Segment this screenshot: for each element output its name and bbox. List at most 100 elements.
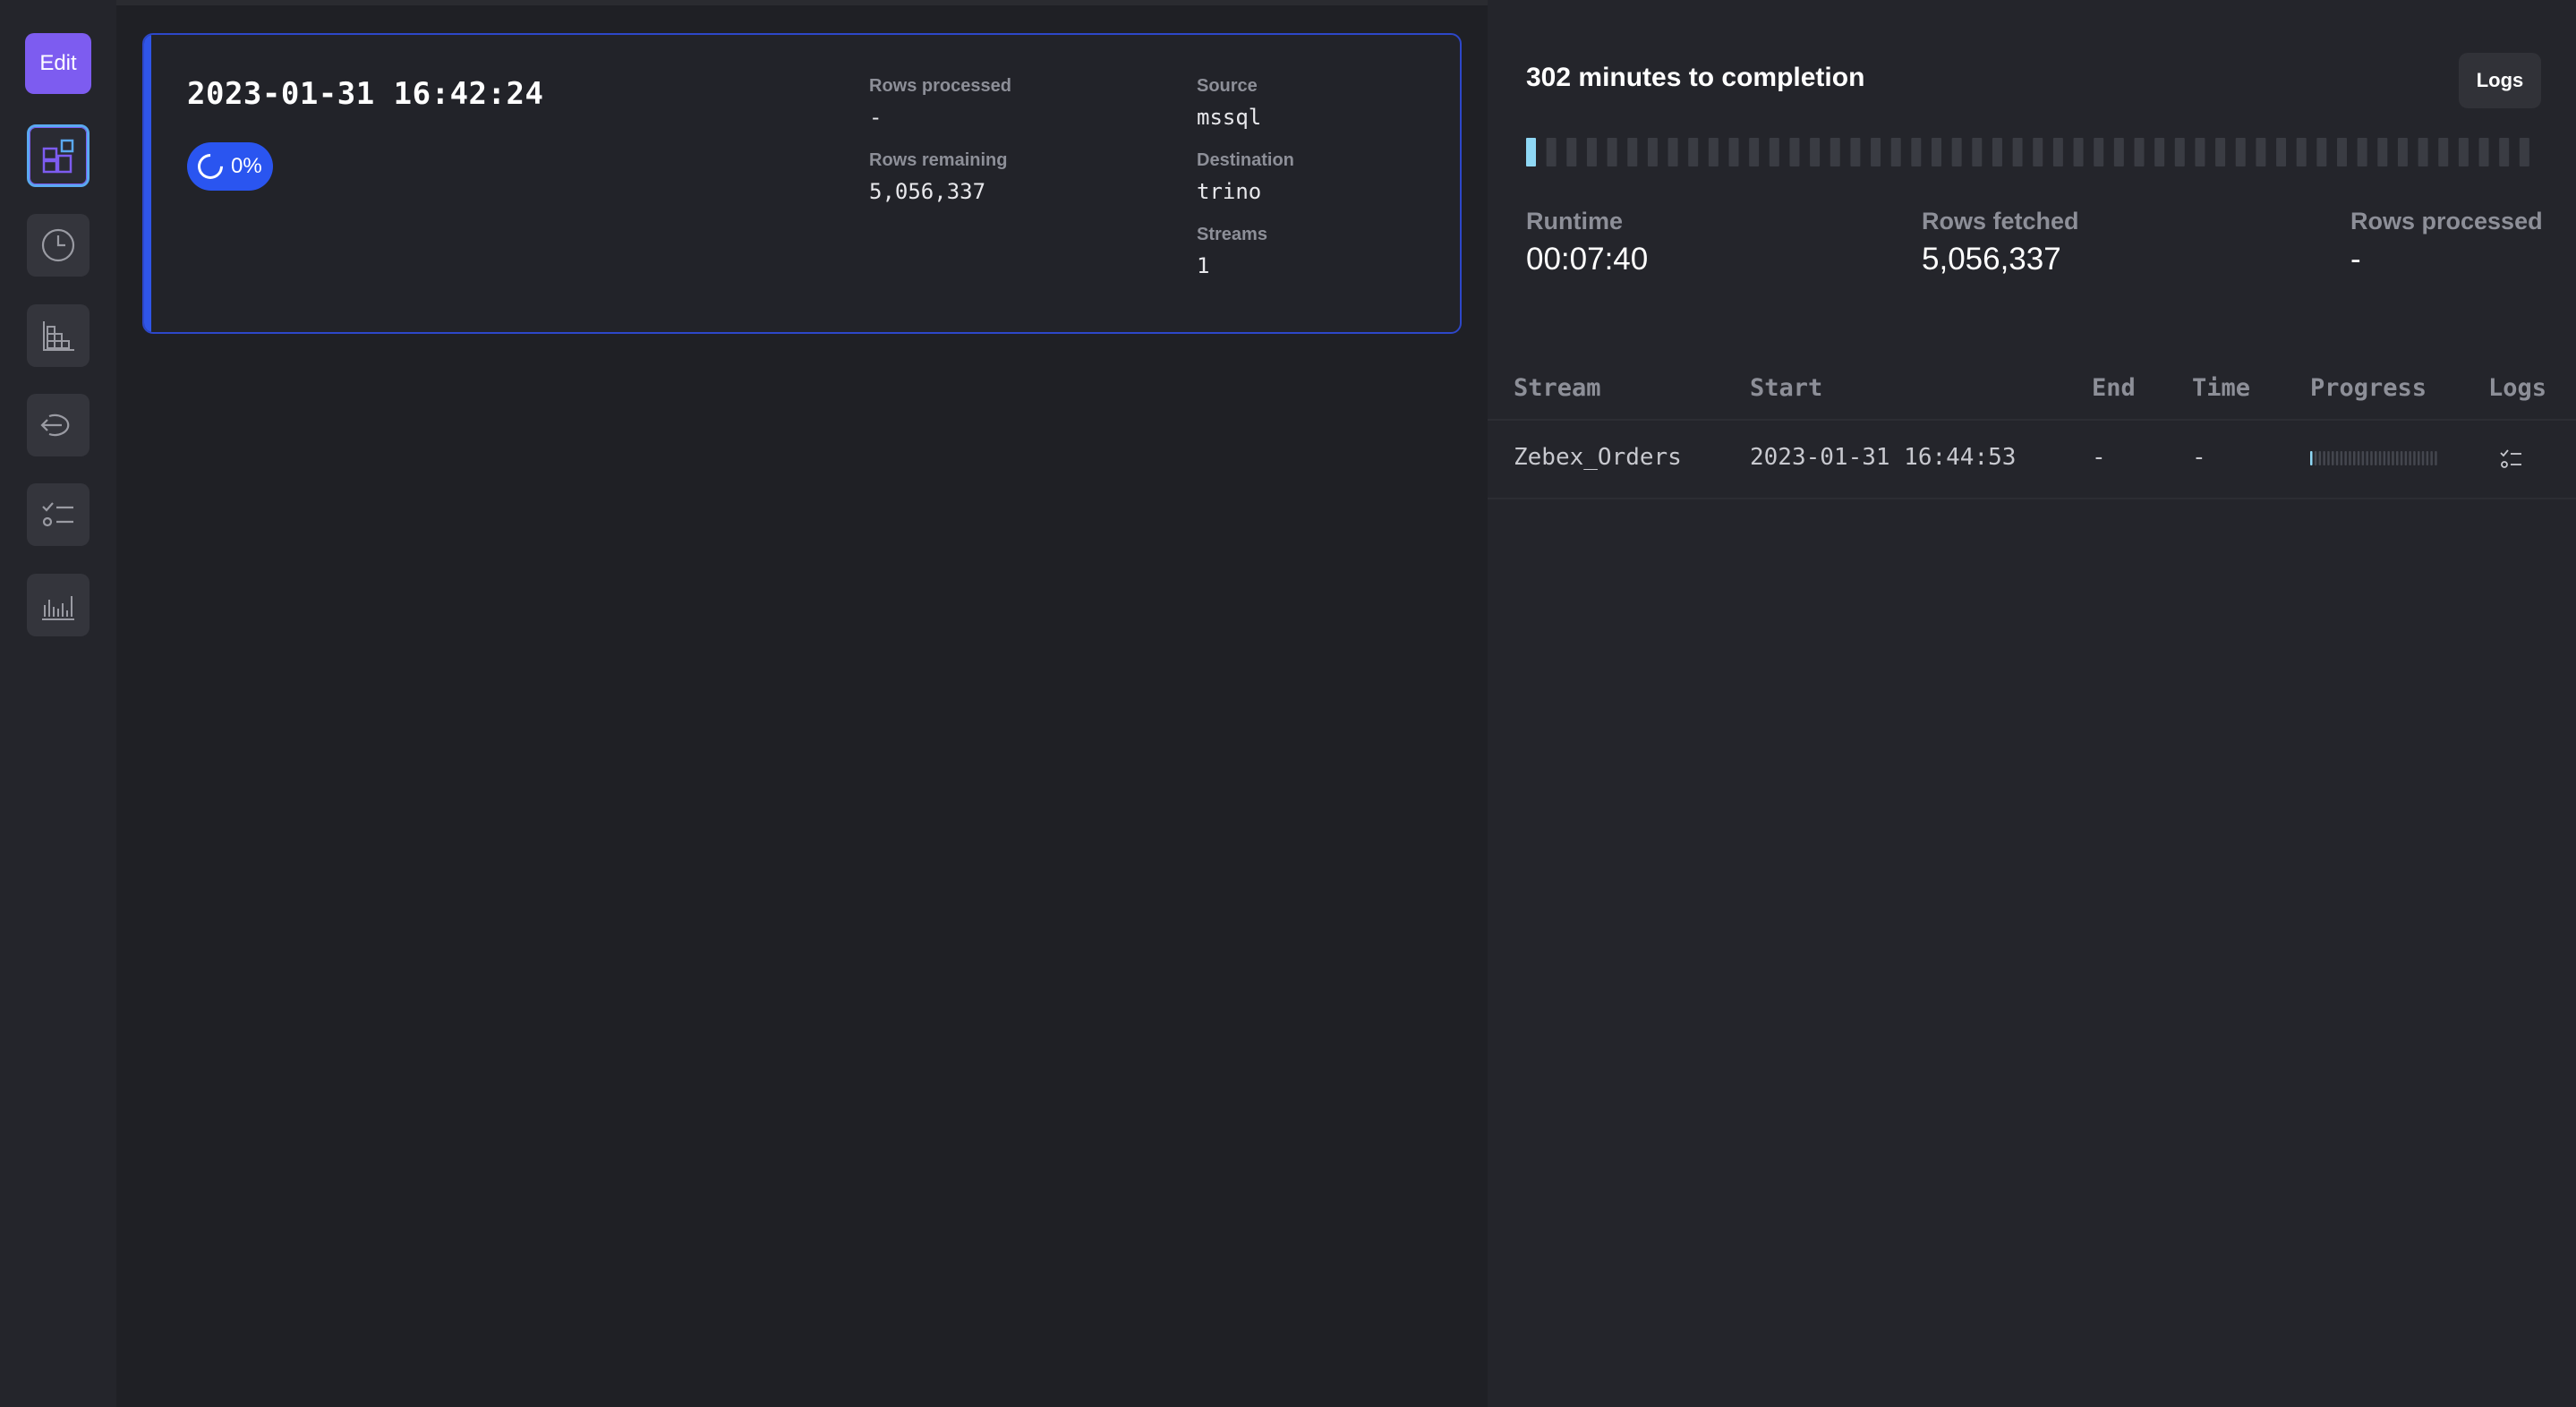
progress-segment [2361, 451, 2365, 465]
column-header-time[interactable]: Time [2192, 374, 2250, 402]
rows-processed-label: Rows processed [869, 76, 1011, 96]
progress-segment-filled [1526, 138, 1536, 166]
progress-segment [1911, 138, 1922, 166]
progress-segment [2421, 451, 2425, 465]
progress-segment [1627, 138, 1638, 166]
destination-value: trino [1197, 179, 1262, 204]
streams-value: 1 [1197, 253, 1210, 278]
runs-list: 2023-01-31 16:42:24 0% Rows processed - … [116, 0, 1488, 1407]
progress-segment [2375, 451, 2377, 465]
nav-dashboard[interactable] [27, 124, 90, 187]
progress-segment [2033, 138, 2043, 166]
progress-segment [2316, 138, 2327, 166]
progress-segment [2366, 451, 2368, 465]
progress-segment [2499, 138, 2510, 166]
rows-processed-value: - [869, 105, 883, 130]
progress-segment [2392, 451, 2394, 465]
progress-segment [2215, 138, 2226, 166]
source-label: Source [1197, 76, 1258, 96]
progress-segment [2404, 451, 2408, 465]
progress-segment [2314, 451, 2317, 465]
destination-label: Destination [1197, 150, 1294, 170]
progress-segment [2397, 138, 2408, 166]
progress-segment [2478, 138, 2489, 166]
progress-segment [2387, 451, 2390, 465]
nav-models[interactable] [27, 304, 90, 367]
stream-time: - [2192, 444, 2206, 471]
progress-segment [2052, 138, 2063, 166]
progress-segment [2174, 138, 2185, 166]
progress-segment-filled [2310, 451, 2313, 465]
progress-segment [2377, 138, 2388, 166]
divider [116, 0, 1488, 5]
progress-segment [2435, 451, 2437, 465]
progress-percent: 0% [231, 154, 262, 178]
progress-segment [2340, 451, 2343, 465]
stream-end: - [2092, 444, 2106, 471]
progress-segment [2426, 451, 2429, 465]
checklist-icon [2500, 449, 2521, 468]
progress-segment [2396, 451, 2399, 465]
progress-segment [2418, 451, 2420, 465]
progress-segment [2409, 451, 2411, 465]
run-card[interactable]: 2023-01-31 16:42:24 0% Rows processed - … [142, 33, 1462, 334]
table-row[interactable]: Zebex_Orders 2023-01-31 16:44:53 - - [1488, 421, 2576, 499]
progress-segment [1830, 138, 1840, 166]
clock-icon [41, 228, 75, 262]
progress-segment [1769, 138, 1779, 166]
logs-button[interactable]: Logs [2459, 53, 2541, 108]
progress-segment [2012, 138, 2023, 166]
dashboard-icon [42, 139, 74, 174]
progress-segment [1728, 138, 1739, 166]
progress-segment [1586, 138, 1597, 166]
detail-rows-processed-label: Rows processed [2350, 208, 2543, 234]
nav-connections[interactable] [27, 394, 90, 456]
progress-segment [1749, 138, 1760, 166]
column-header-stream[interactable]: Stream [1514, 374, 1601, 402]
progress-segment [2353, 451, 2356, 465]
checklist-icon [42, 502, 73, 527]
runtime-value: 00:07:40 [1526, 242, 1649, 277]
progress-segment [2113, 138, 2124, 166]
run-card-accent [144, 35, 151, 332]
progress-segment [2134, 138, 2145, 166]
progress-segment [2276, 138, 2287, 166]
stream-name: Zebex_Orders [1514, 444, 1682, 471]
stream-start: 2023-01-31 16:44:53 [1750, 444, 2017, 471]
progress-segment [1810, 138, 1821, 166]
streams-table-header: Stream Start End Time Progress Logs [1488, 362, 2576, 421]
progress-segment [1951, 138, 1962, 166]
stream-logs-button[interactable] [2492, 440, 2529, 478]
source-value: mssql [1197, 105, 1262, 130]
progress-segment [2357, 138, 2367, 166]
progress-segment [2418, 138, 2428, 166]
edit-button[interactable]: Edit [25, 33, 91, 94]
nav-history[interactable] [27, 214, 90, 277]
run-timestamp: 2023-01-31 16:42:24 [187, 76, 544, 112]
progress-segment [1972, 138, 1983, 166]
column-header-progress[interactable]: Progress [2310, 374, 2427, 402]
progress-segment [1546, 138, 1557, 166]
streams-label: Streams [1197, 225, 1267, 244]
progress-segment [1668, 138, 1678, 166]
nav-checks[interactable] [27, 483, 90, 546]
progress-segment [2458, 138, 2469, 166]
progress-segment [2094, 138, 2104, 166]
progress-segment [1647, 138, 1658, 166]
progress-segment [1789, 138, 1800, 166]
progress-segment [2337, 138, 2347, 166]
progress-segment [2413, 451, 2416, 465]
column-header-logs[interactable]: Logs [2488, 374, 2546, 402]
progress-segment [1566, 138, 1577, 166]
column-header-start[interactable]: Start [1750, 374, 1822, 402]
progress-segment [2383, 451, 2386, 465]
nav-metrics[interactable] [27, 574, 90, 636]
progress-segment [1992, 138, 2002, 166]
progress-segment [2327, 451, 2330, 465]
progress-segment [2154, 138, 2165, 166]
progress-segment [1932, 138, 1941, 166]
overall-progress-bar [1526, 138, 2529, 166]
progress-segment [2519, 138, 2529, 166]
column-header-end[interactable]: End [2092, 374, 2136, 402]
progress-segment [2318, 451, 2322, 465]
